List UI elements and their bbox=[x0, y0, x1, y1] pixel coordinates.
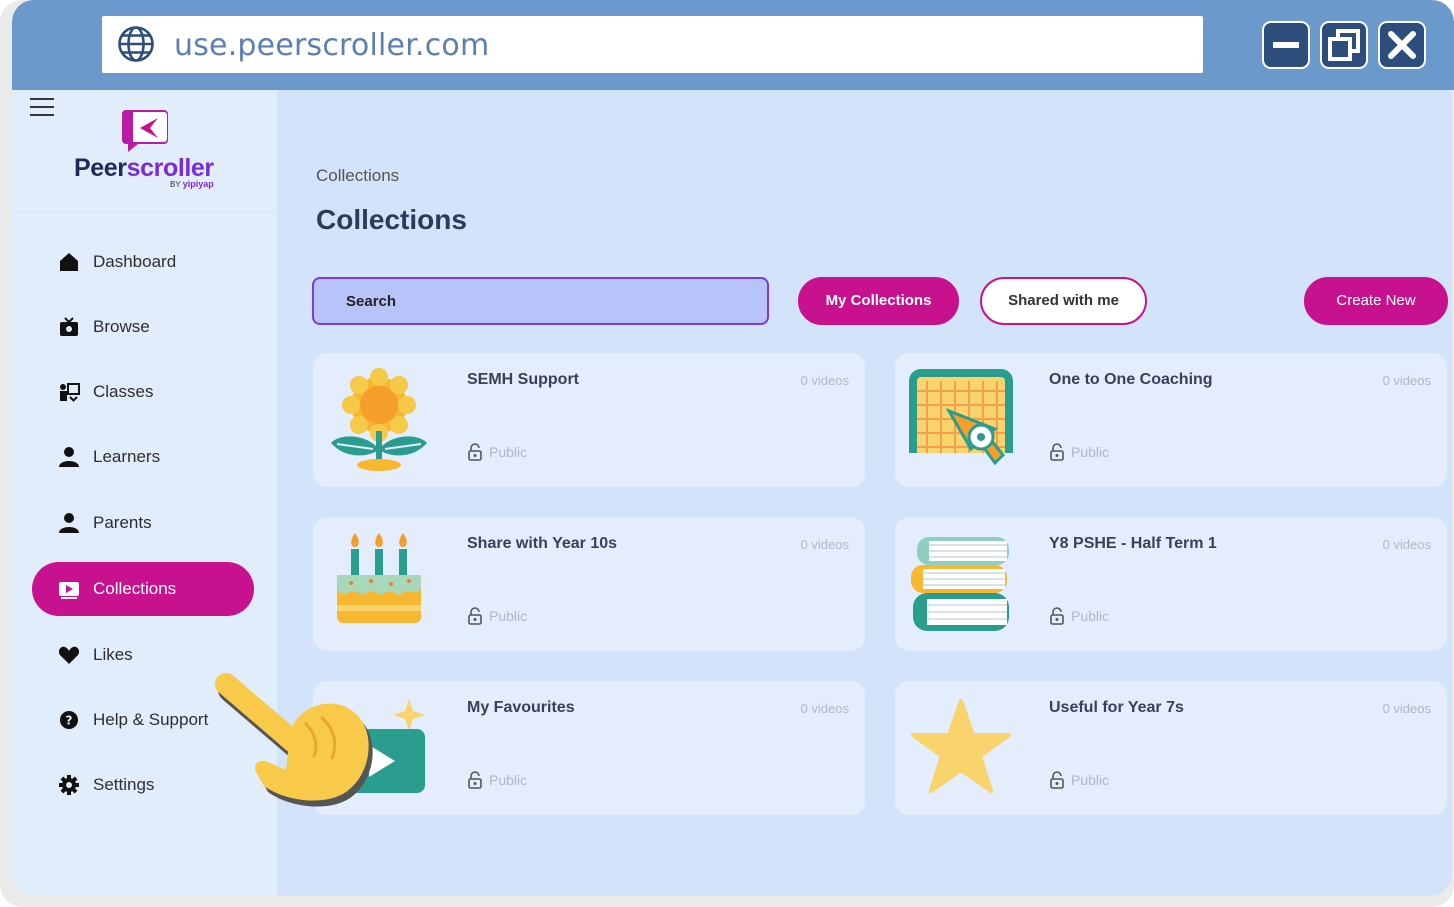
video-count: 0 videos bbox=[1382, 373, 1431, 388]
birthday-cake-icon bbox=[337, 533, 421, 623]
video-count: 0 videos bbox=[800, 537, 849, 552]
nav-item-learners[interactable]: Learners bbox=[32, 430, 254, 484]
minimize-icon bbox=[1273, 42, 1299, 48]
pointing-hand-icon bbox=[215, 673, 373, 807]
globe-icon bbox=[118, 26, 154, 62]
browser-titlebar: use.peerscroller.com bbox=[12, 0, 1454, 90]
collection-title: Y8 PSHE - Half Term 1 bbox=[1049, 535, 1217, 552]
gear-icon bbox=[59, 775, 79, 795]
create-new-button[interactable]: Create New bbox=[1304, 277, 1448, 325]
collection-card[interactable]: SEMH Support 0 videos Public bbox=[313, 353, 865, 487]
heart-icon bbox=[58, 646, 80, 664]
close-button[interactable] bbox=[1378, 21, 1426, 69]
sunflower-icon bbox=[331, 368, 427, 471]
collection-card[interactable]: One to One Coaching 0 videos Public bbox=[895, 353, 1447, 487]
browser-window: use.peerscroller.com Peerscroller BY yip… bbox=[0, 0, 1454, 907]
collection-title: Useful for Year 7s bbox=[1049, 699, 1184, 716]
star-icon bbox=[911, 699, 1011, 793]
lock-icon bbox=[468, 607, 482, 625]
collection-card[interactable]: My Favourites 0 videos Public bbox=[313, 681, 865, 815]
search-input[interactable]: Search bbox=[312, 277, 769, 325]
books-icon bbox=[911, 537, 1009, 631]
nav-item-classes[interactable]: Classes bbox=[32, 365, 254, 419]
logo-subtitle: BY yipiyap bbox=[170, 179, 214, 189]
nav-item-browse[interactable]: Browse bbox=[32, 300, 254, 354]
app-area: Peerscroller BY yipiyap Dashboard Browse… bbox=[12, 90, 1452, 896]
minimize-button[interactable] bbox=[1262, 21, 1310, 69]
person-icon bbox=[59, 447, 79, 467]
lock-icon bbox=[1050, 443, 1064, 461]
football-goal-icon bbox=[909, 369, 1013, 466]
restore-button[interactable] bbox=[1320, 21, 1368, 69]
person-icon bbox=[59, 513, 79, 533]
play-icon bbox=[59, 582, 79, 599]
collection-title: SEMH Support bbox=[467, 371, 579, 388]
breadcrumb[interactable]: Collections bbox=[316, 166, 399, 186]
collection-title: My Favourites bbox=[467, 699, 575, 716]
home-icon bbox=[60, 253, 78, 271]
close-icon bbox=[1388, 31, 1416, 59]
main-content: Collections Collections Search My Collec… bbox=[277, 90, 1452, 896]
nav-item-parents[interactable]: Parents bbox=[32, 496, 254, 550]
video-count: 0 videos bbox=[1382, 701, 1431, 716]
collection-card[interactable]: Share with Year 10s 0 videos Public bbox=[313, 517, 865, 651]
shared-with-me-button[interactable]: Shared with me bbox=[980, 277, 1147, 325]
restore-icon bbox=[1328, 29, 1360, 61]
help-icon: ? bbox=[60, 711, 78, 729]
menu-icon[interactable] bbox=[30, 98, 54, 116]
video-count: 0 videos bbox=[1382, 537, 1431, 552]
lock-icon bbox=[468, 443, 482, 461]
tv-icon bbox=[60, 317, 78, 336]
page-title: Collections bbox=[316, 204, 467, 235]
svg-text:?: ? bbox=[66, 714, 73, 728]
lock-icon bbox=[1050, 607, 1064, 625]
lock-icon bbox=[1050, 771, 1064, 789]
nav-item-collections[interactable]: Collections bbox=[32, 562, 254, 616]
classroom-icon bbox=[60, 383, 80, 402]
collection-title: One to One Coaching bbox=[1049, 371, 1213, 388]
address-bar[interactable]: use.peerscroller.com bbox=[102, 16, 1203, 73]
url-text: use.peerscroller.com bbox=[174, 28, 490, 63]
collection-card[interactable]: Useful for Year 7s 0 videos Public bbox=[895, 681, 1447, 815]
nav-item-dashboard[interactable]: Dashboard bbox=[32, 235, 254, 289]
peerscroller-logo-icon bbox=[122, 110, 168, 152]
collection-card[interactable]: Y8 PSHE - Half Term 1 0 videos Public bbox=[895, 517, 1447, 651]
my-collections-button[interactable]: My Collections bbox=[798, 277, 959, 325]
sidebar-divider bbox=[12, 212, 277, 213]
video-count: 0 videos bbox=[800, 701, 849, 716]
lock-icon bbox=[468, 771, 482, 789]
video-count: 0 videos bbox=[800, 373, 849, 388]
collection-title: Share with Year 10s bbox=[467, 535, 618, 552]
